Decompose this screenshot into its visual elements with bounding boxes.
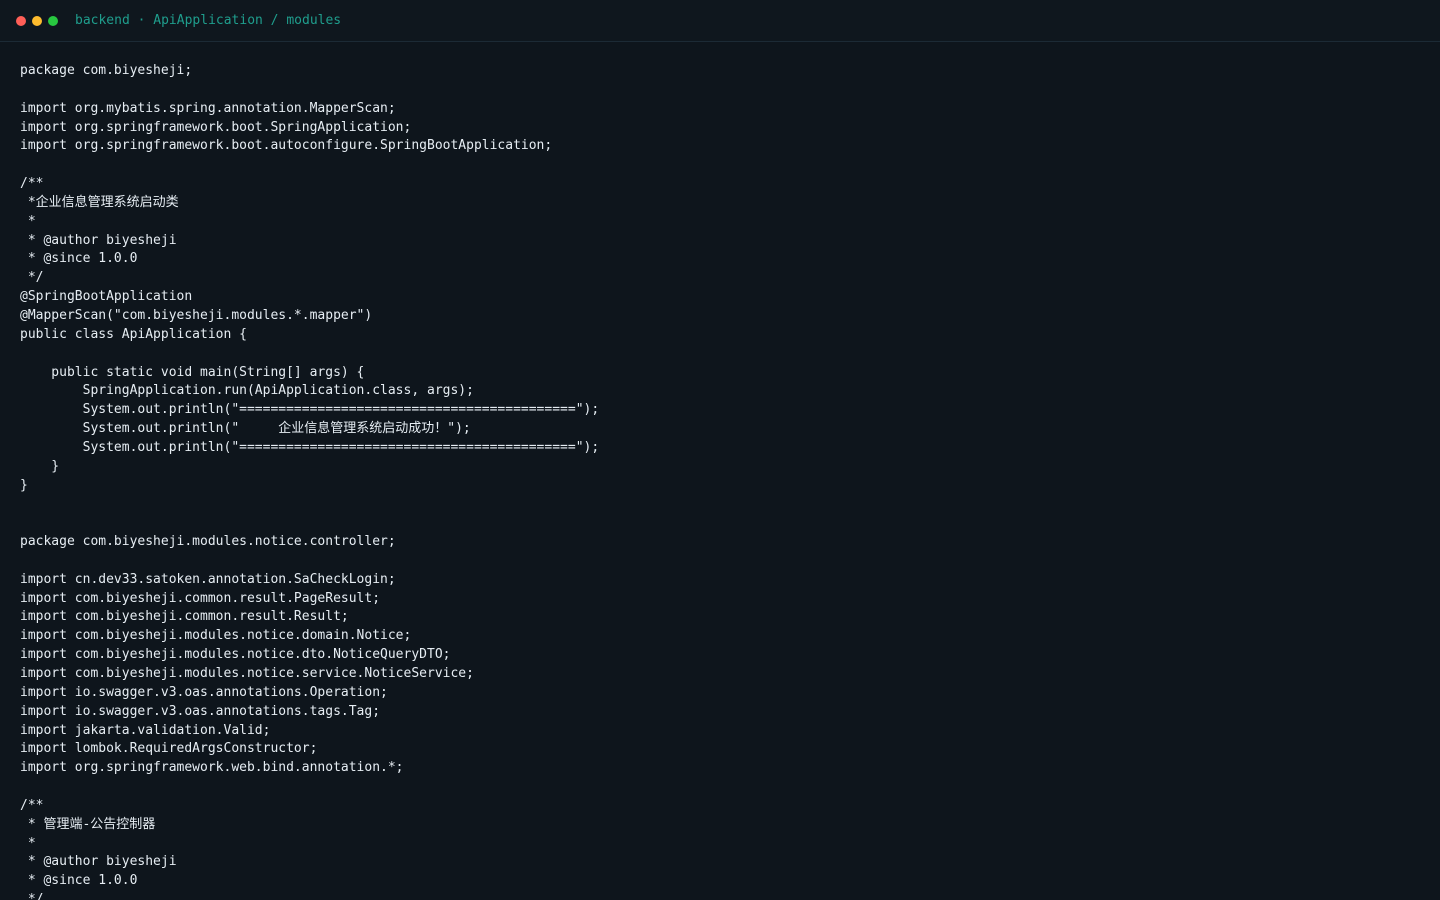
code-line: import org.mybatis.spring.annotation.Map… [20,100,396,116]
code-line: import org.springframework.boot.SpringAp… [20,119,412,135]
code-line: System.out.println("====================… [20,402,600,418]
code-line: * @since 1.0.0 [20,873,138,889]
code-viewer-window: backend · ApiApplication / modules packa… [0,0,1440,900]
title-separator: · [129,13,154,28]
window-controls [16,15,58,26]
code-line: public class ApiApplication { [20,326,247,342]
code-line: * 管理端-公告控制器 [20,816,156,832]
title-project: backend [75,13,130,28]
code-line: package com.biyesheji.modules.notice.con… [20,534,396,550]
code-line: } [20,477,28,493]
code-line: public static void main(String[] args) { [20,364,365,380]
code-line: package com.biyesheji; [20,63,193,78]
code-line: } [20,458,60,474]
code-line: * [20,213,36,229]
code-content[interactable]: package com.biyesheji; import org.mybati… [20,62,1440,900]
code-line: * @author biyesheji [20,854,177,870]
window-title: backend · ApiApplication / modules [75,13,341,28]
code-line: import com.biyesheji.common.result.Resul… [20,609,349,625]
minimize-window-button[interactable] [32,15,42,26]
code-line: System.out.println(" 企业信息管理系统启动成功！"); [20,421,471,437]
code-line: */ [20,892,44,900]
code-line: import io.swagger.v3.oas.annotations.Ope… [20,684,388,700]
code-line: @SpringBootApplication [20,289,193,305]
code-line: import jakarta.validation.Valid; [20,722,271,738]
code-line: import io.swagger.v3.oas.annotations.tag… [20,703,381,719]
code-line: import com.biyesheji.modules.notice.serv… [20,666,474,681]
code-line: * @since 1.0.0 [20,251,138,267]
code-line: import cn.dev33.satoken.annotation.SaChe… [20,571,396,587]
code-line: System.out.println("====================… [20,439,600,455]
code-line: import com.biyesheji.modules.notice.doma… [20,628,412,644]
code-line: import org.springframework.boot.autoconf… [20,138,553,154]
code-line: /** [20,797,44,813]
title-path: ApiApplication / modules [153,13,342,28]
code-line: * [20,835,36,851]
title-bar: backend · ApiApplication / modules [0,0,1440,42]
code-line: * @author biyesheji [20,232,177,248]
code-line: /** [20,176,44,192]
close-window-button[interactable] [16,15,26,26]
code-line: import lombok.RequiredArgsConstructor; [20,741,318,757]
code-line: import com.biyesheji.common.result.PageR… [20,590,381,606]
code-line: @MapperScan("com.biyesheji.modules.*.map… [20,307,373,323]
code-line: import com.biyesheji.modules.notice.dto.… [20,647,451,663]
code-line: import org.springframework.web.bind.anno… [20,760,404,776]
code-line: *企业信息管理系统启动类 [20,194,179,210]
maximize-window-button[interactable] [48,15,58,26]
code-line: */ [20,270,44,286]
code-line: SpringApplication.run(ApiApplication.cla… [20,383,474,399]
